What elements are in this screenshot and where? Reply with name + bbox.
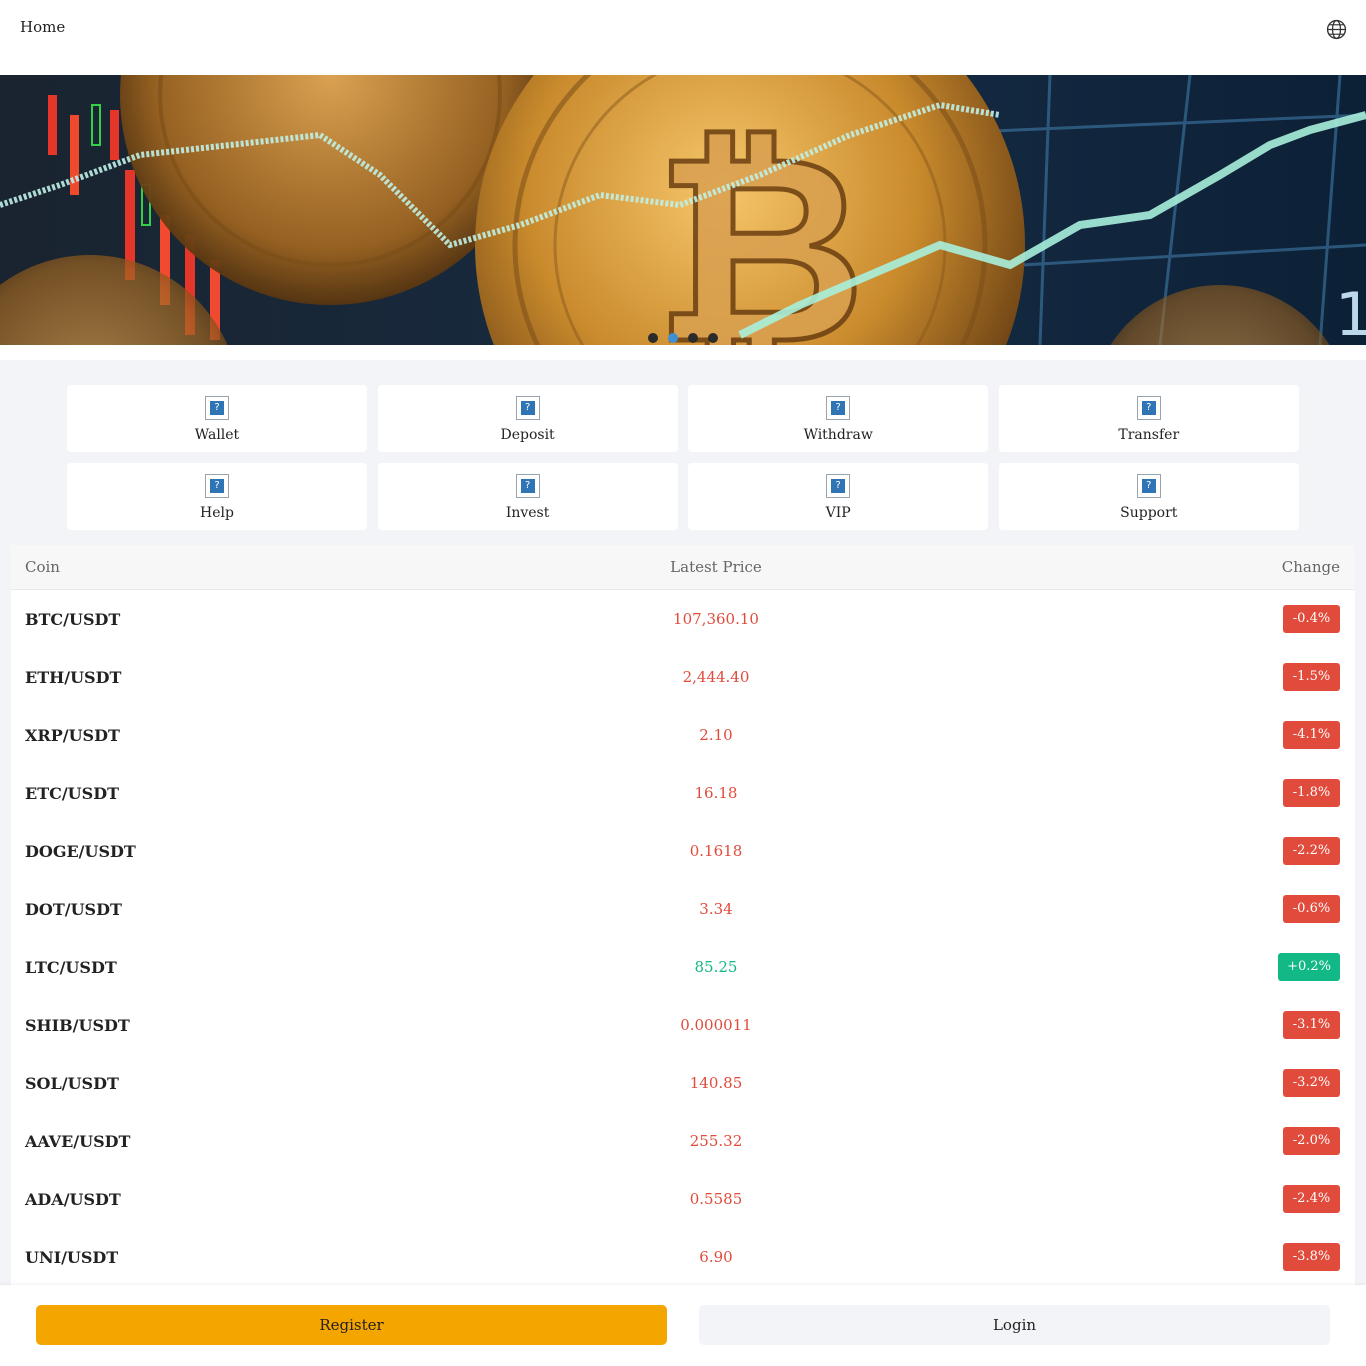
banner-dot[interactable] xyxy=(708,333,718,343)
quick-action-label: Invest xyxy=(505,505,550,521)
banner-pagination xyxy=(0,333,1366,345)
quick-action-vip[interactable]: ? VIP xyxy=(688,463,989,530)
latest-price: 16.18 xyxy=(694,784,738,802)
quick-action-deposit[interactable]: ? Deposit xyxy=(377,385,678,452)
quick-action-help[interactable]: ? Help xyxy=(67,463,367,530)
latest-price: 255.32 xyxy=(689,1132,743,1150)
broken-image-icon: ? xyxy=(1136,474,1161,498)
broken-image-icon: ? xyxy=(515,474,540,498)
latest-price: 0.000011 xyxy=(680,1016,752,1034)
broken-image-icon: ? xyxy=(205,474,229,498)
latest-price: 2,444.40 xyxy=(682,668,750,686)
change-badge: -2.2% xyxy=(1283,837,1340,865)
table-row[interactable]: DOGE/USDT 0.1618 -2.2% xyxy=(11,822,1355,880)
banner-spacer xyxy=(0,345,1366,360)
table-row[interactable]: LTC/USDT 85.25 +0.2% xyxy=(11,938,1355,996)
quick-action-wallet[interactable]: ? Wallet xyxy=(67,385,367,452)
change-badge: -3.8% xyxy=(1283,1243,1340,1271)
quick-action-transfer[interactable]: ? Transfer xyxy=(998,385,1299,452)
broken-image-icon: ? xyxy=(205,396,229,420)
quick-action-label: Transfer xyxy=(1118,427,1180,443)
login-button[interactable]: Login xyxy=(699,1305,1330,1345)
quick-actions-grid: ? Wallet? Deposit? Withdraw? Transfer? Help? I… xyxy=(67,385,1299,530)
quick-action-invest[interactable]: ? Invest xyxy=(377,463,678,530)
latest-price: 0.1618 xyxy=(689,842,743,860)
broken-image-icon: ? xyxy=(1136,396,1161,420)
change-badge: -3.2% xyxy=(1283,1069,1340,1097)
change-badge: -4.1% xyxy=(1283,721,1340,749)
latest-price: 2.10 xyxy=(699,726,733,744)
table-row[interactable]: SOL/USDT 140.85 -3.2% xyxy=(11,1054,1355,1112)
change-badge: +0.2% xyxy=(1278,953,1340,981)
quick-action-label: Withdraw xyxy=(803,427,873,443)
table-row[interactable]: SHIB/USDT 0.000011 -3.1% xyxy=(11,996,1355,1054)
table-row[interactable]: XRP/USDT 2.10 -4.1% xyxy=(11,706,1355,764)
banner-dot[interactable] xyxy=(688,333,698,343)
latest-price: 6.90 xyxy=(699,1248,733,1266)
table-row[interactable]: AAVE/USDT 255.32 -2.0% xyxy=(11,1112,1355,1170)
table-row[interactable]: ETC/USDT 16.18 -1.8% xyxy=(11,764,1355,822)
table-row[interactable]: DOT/USDT 3.34 -0.6% xyxy=(11,880,1355,938)
quick-action-label: Deposit xyxy=(500,427,555,443)
globe-icon[interactable] xyxy=(1326,19,1347,40)
latest-price: 140.85 xyxy=(689,1074,743,1092)
register-button[interactable]: Register xyxy=(36,1305,667,1345)
column-header-change: Change xyxy=(1281,558,1340,576)
market-table: Coin Latest Price Change BTC/USDT 107,360… xyxy=(11,545,1355,1285)
latest-price: 3.34 xyxy=(699,900,733,918)
broken-image-icon: ? xyxy=(826,474,851,498)
change-badge: -2.0% xyxy=(1283,1127,1340,1155)
auth-bar: Register Login xyxy=(0,1285,1366,1366)
change-badge: -1.8% xyxy=(1283,779,1340,807)
change-badge: -0.4% xyxy=(1283,605,1340,633)
top-bar: Home xyxy=(0,0,1366,75)
table-row[interactable]: ADA/USDT 0.5585 -2.4% xyxy=(11,1170,1355,1228)
change-badge: -0.6% xyxy=(1283,895,1340,923)
change-badge: -1.5% xyxy=(1283,663,1340,691)
table-row[interactable]: BTC/USDT 107,360.10 -0.4% xyxy=(11,590,1355,648)
promo-banner[interactable]: ₿ 15 xyxy=(0,75,1366,345)
change-badge: -2.4% xyxy=(1283,1185,1340,1213)
quick-action-label: VIP xyxy=(825,505,851,521)
page-title: Home xyxy=(20,18,66,36)
market-table-header: Coin Latest Price Change xyxy=(11,545,1355,590)
latest-price: 85.25 xyxy=(694,958,738,976)
quick-action-label: Support xyxy=(1120,505,1178,521)
banner-dot[interactable] xyxy=(648,333,658,343)
quick-action-support[interactable]: ? Support xyxy=(998,463,1299,530)
table-row[interactable]: ETH/USDT 2,444.40 -1.5% xyxy=(11,648,1355,706)
market-rows: BTC/USDT 107,360.10 -0.4% ETH/USDT 2,444.40-… xyxy=(11,590,1355,1285)
latest-price: 107,360.10 xyxy=(673,610,759,628)
banner-dot[interactable] xyxy=(668,333,678,343)
banner-image: ₿ 15 xyxy=(0,75,1366,345)
quick-action-label: Help xyxy=(200,505,234,521)
column-header-latest-price: Latest Price xyxy=(670,558,762,576)
svg-text:₿: ₿ xyxy=(654,100,866,345)
quick-action-label: Wallet xyxy=(194,427,240,443)
table-row[interactable]: UNI/USDT 6.90 -3.8% xyxy=(11,1228,1355,1285)
change-badge: -3.1% xyxy=(1283,1011,1340,1039)
quick-action-withdraw[interactable]: ? Withdraw xyxy=(688,385,989,452)
latest-price: 0.5585 xyxy=(689,1190,743,1208)
broken-image-icon: ? xyxy=(515,396,540,420)
broken-image-icon: ? xyxy=(826,396,851,420)
